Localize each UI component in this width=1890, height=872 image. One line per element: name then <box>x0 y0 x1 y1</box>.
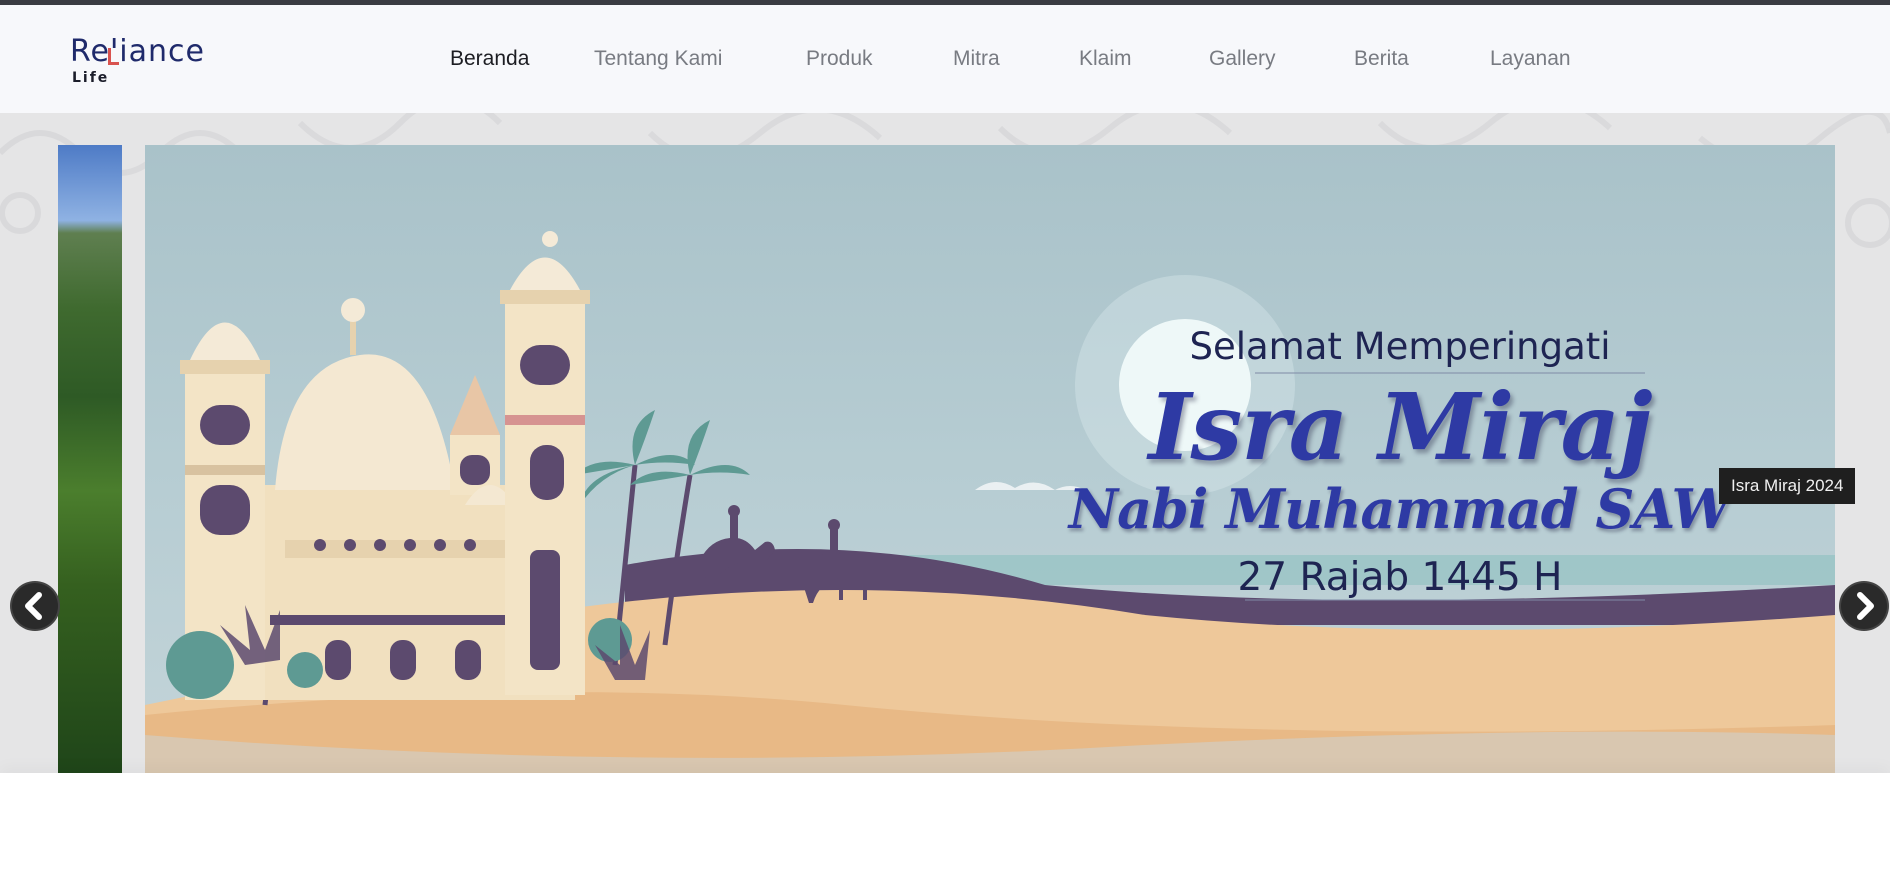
banner-greeting: Selamat Memperingati <box>1189 325 1611 368</box>
chevron-left-icon <box>25 592 42 620</box>
nav-item-klaim[interactable]: Klaim <box>1079 47 1132 71</box>
nav-item-berita[interactable]: Berita <box>1354 47 1409 71</box>
hero-slider: Selamat Memperingati Isra Miraj Nabi Muh… <box>0 113 1890 773</box>
content-area <box>0 773 1890 872</box>
nav-item-layanan[interactable]: Layanan <box>1490 47 1571 71</box>
previous-slide-preview <box>58 145 122 773</box>
banner-headline: Isra Miraj <box>1148 373 1652 481</box>
nav-item-produk[interactable]: Produk <box>806 47 873 71</box>
active-slide-banner[interactable]: Selamat Memperingati Isra Miraj Nabi Muh… <box>145 145 1835 773</box>
nav-item-gallery[interactable]: Gallery <box>1209 47 1276 71</box>
banner-subheadline: Nabi Muhammad SAW <box>1068 477 1732 541</box>
nav-item-mitra[interactable]: Mitra <box>953 47 1000 71</box>
nav-item-beranda[interactable]: Beranda <box>450 47 529 71</box>
slider-prev-button[interactable] <box>12 583 58 629</box>
site-header: Reliance Life Beranda Tentang Kami Produ… <box>0 5 1890 113</box>
slider-next-button[interactable] <box>1841 583 1887 629</box>
nav-item-tentang-kami[interactable]: Tentang Kami <box>594 47 722 71</box>
slide-caption: Isra Miraj 2024 <box>1719 468 1856 504</box>
banner-date: 27 Rajab 1445 H <box>1237 555 1563 600</box>
main-nav: Beranda Tentang Kami Produk Mitra Klaim … <box>0 5 1890 113</box>
chevron-right-icon <box>1857 592 1874 620</box>
